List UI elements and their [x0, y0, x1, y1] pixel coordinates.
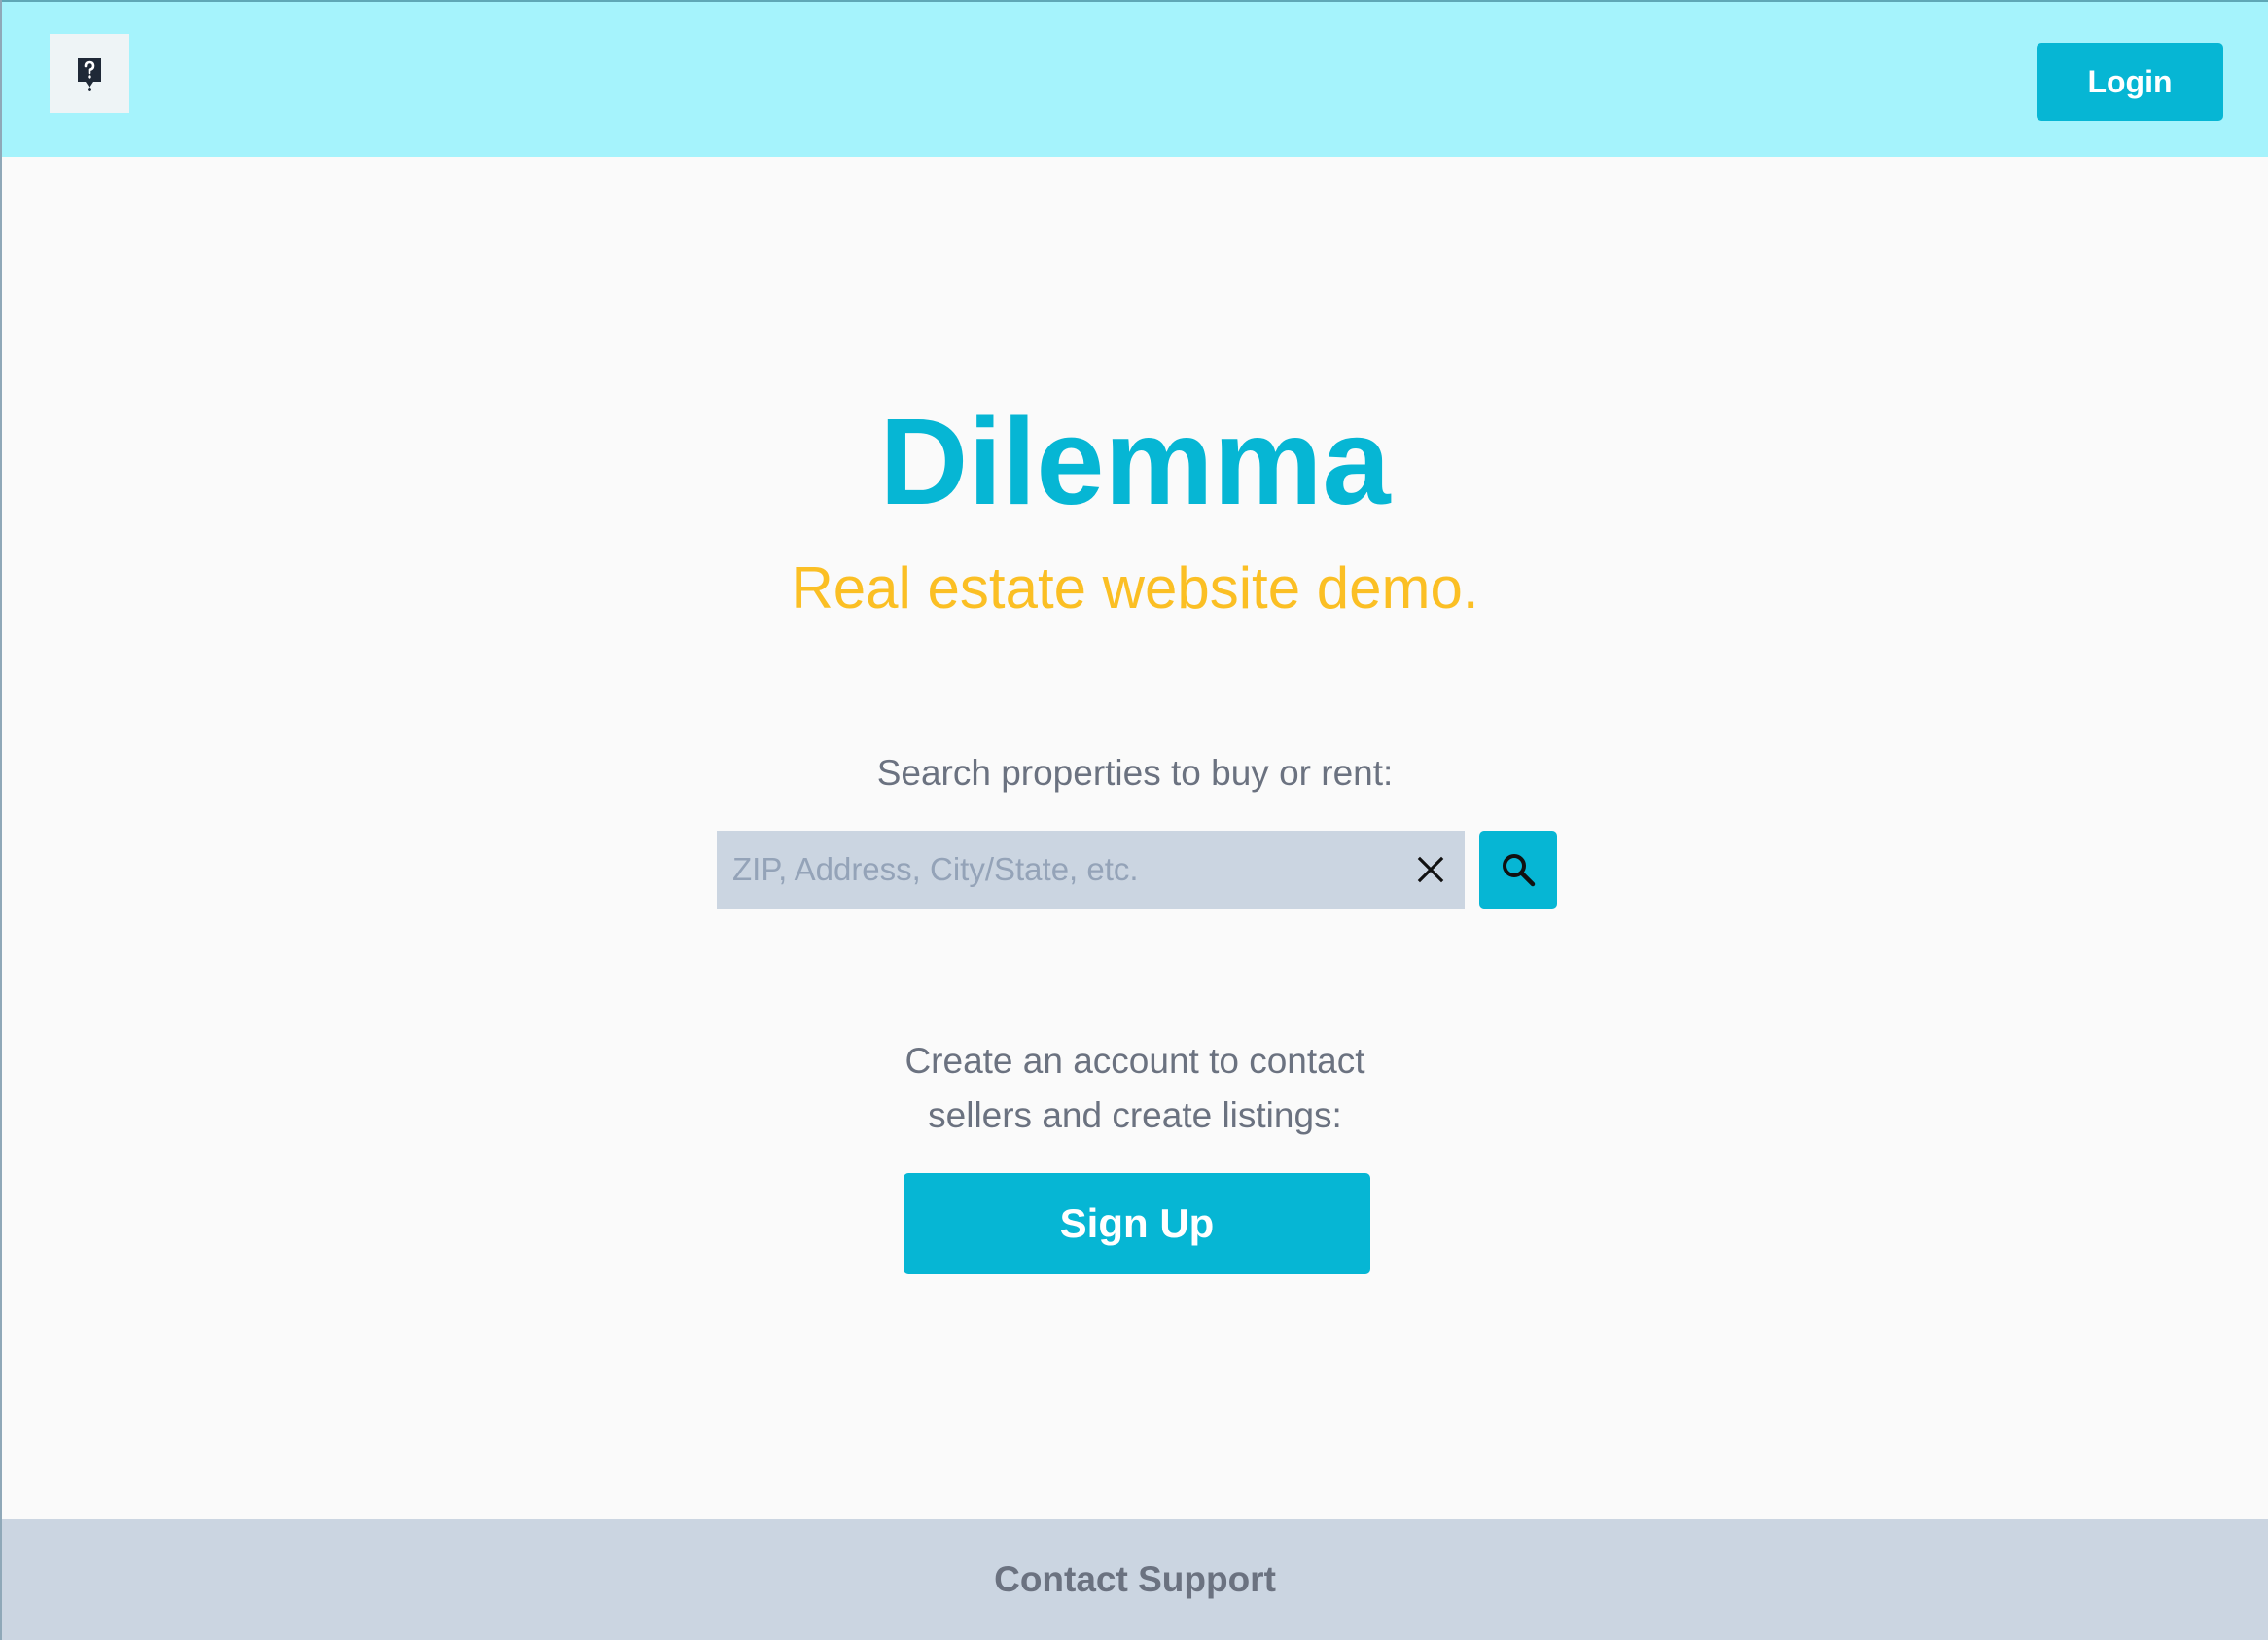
search-icon	[1503, 854, 1536, 887]
search-input[interactable]	[717, 831, 1397, 909]
search-label: Search properties to buy or rent:	[876, 753, 1394, 793]
signup-prompt: Create an account to contact sellers and…	[2, 1034, 2268, 1143]
house-question-icon	[78, 57, 101, 91]
clear-search-button[interactable]	[1397, 831, 1465, 909]
page-subtitle: Real estate website demo.	[791, 555, 1479, 621]
page-title: Dilemma	[879, 393, 1391, 530]
signup-prompt-line2: sellers and create listings:	[928, 1095, 1342, 1135]
logo[interactable]	[50, 34, 129, 113]
search-button[interactable]	[1479, 831, 1557, 909]
signup-button[interactable]: Sign Up	[904, 1173, 1370, 1274]
page: Login Dilemma Real estate website demo. …	[0, 0, 2268, 1640]
signup-prompt-line1: Create an account to contact	[904, 1041, 1365, 1081]
footer: Contact Support	[2, 1519, 2268, 1640]
login-button[interactable]: Login	[2037, 43, 2223, 121]
top-header: Login	[2, 0, 2268, 157]
close-icon	[1417, 856, 1444, 883]
search-bar	[717, 831, 1465, 909]
contact-support-link[interactable]: Contact Support	[994, 1559, 1276, 1600]
